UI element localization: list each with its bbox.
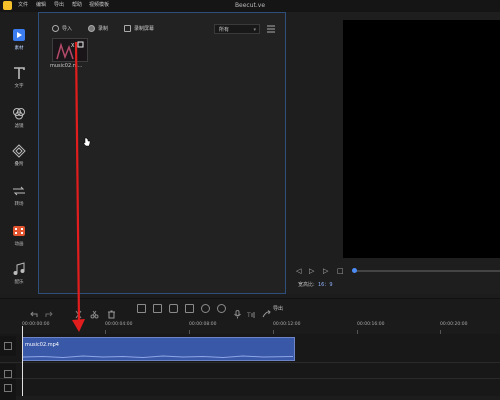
media-item-name: music02.m... xyxy=(50,63,83,69)
delete-icon[interactable] xyxy=(107,304,116,319)
preview-progress-knob[interactable] xyxy=(352,268,357,273)
export-icon[interactable] xyxy=(262,304,271,318)
player-controls: ◁ ▷ ▷ □ xyxy=(296,266,500,278)
overlay-track-icon xyxy=(4,370,12,378)
split-icon[interactable] xyxy=(74,304,83,319)
import-label: 导入 xyxy=(62,26,73,32)
screen-record-button[interactable]: 录制屏幕 xyxy=(124,22,154,36)
speed-icon[interactable] xyxy=(201,304,210,313)
crop-icon[interactable] xyxy=(137,304,146,313)
previous-frame-icon[interactable]: ◁ xyxy=(296,266,301,276)
zoom-icon[interactable] xyxy=(153,304,162,313)
sidebar-item-overlay[interactable]: 叠附 xyxy=(0,140,38,174)
import-button[interactable]: 导入 xyxy=(52,22,72,36)
record-label: 录制 xyxy=(98,26,109,32)
freeze-frame-icon[interactable] xyxy=(185,304,194,313)
next-frame-icon[interactable]: ▷ xyxy=(323,266,328,276)
sidebar-item-label: 动画 xyxy=(14,242,24,247)
screen-icon xyxy=(124,25,131,32)
timeline-clip-name: music02.mp4 xyxy=(25,342,59,348)
track-divider xyxy=(0,362,500,363)
media-thumbnail[interactable]: X xyxy=(52,38,88,62)
chevron-down-icon: ▾ xyxy=(253,27,256,33)
mouse-cursor-icon xyxy=(83,137,91,147)
color-icon[interactable] xyxy=(217,304,226,313)
cut-icon[interactable] xyxy=(90,304,99,319)
aspect-ratio-label: 宽高比: xyxy=(298,282,315,288)
thumbnail-image: X xyxy=(53,39,87,61)
timeline-ruler[interactable] xyxy=(0,320,500,335)
text-icon xyxy=(14,67,25,79)
media-filter-select[interactable]: 所有 ▾ xyxy=(214,24,260,34)
sidebar-item-label: 文字 xyxy=(14,84,24,89)
sidebar-item-label: 滤镜 xyxy=(14,124,24,129)
export-button[interactable]: 导出 xyxy=(273,305,283,312)
import-icon xyxy=(52,25,59,32)
transition-icon xyxy=(13,186,25,196)
svg-text:T: T xyxy=(247,312,251,319)
aspect-ratio-value[interactable]: 16：9 xyxy=(318,281,333,288)
ruler-tick-label: 00:00:04:00 xyxy=(105,322,133,327)
overlay-icon xyxy=(12,144,26,158)
window-title: Beecut.ve xyxy=(234,2,266,9)
ruler-tick-label: 00:00:20:00 xyxy=(440,322,468,327)
preview-screen xyxy=(343,20,500,258)
sidebar-item-music[interactable]: 配乐 xyxy=(0,258,38,292)
sidebar-item-label: 转场 xyxy=(14,202,24,207)
sidebar-item-text[interactable]: 文字 xyxy=(0,62,38,96)
filter-icon xyxy=(13,108,25,120)
sidebar-item-filter[interactable]: 滤镜 xyxy=(0,102,38,136)
video-track-header xyxy=(0,336,16,356)
play-button-icon[interactable]: ▷ xyxy=(309,266,314,276)
redo-icon[interactable] xyxy=(44,304,53,317)
mosaic-icon[interactable] xyxy=(169,304,178,313)
text-track-icon xyxy=(4,384,12,392)
record-button[interactable]: 录制 xyxy=(88,22,108,36)
screen-record-label: 录制屏幕 xyxy=(134,26,155,32)
video-track-icon xyxy=(4,342,12,350)
play-icon xyxy=(13,29,25,41)
music-icon xyxy=(13,262,25,275)
list-view-icon[interactable] xyxy=(266,24,276,34)
ruler-tick-label: 00:00:16:00 xyxy=(357,322,385,327)
ruler-tick-label: 00:00:00:00 xyxy=(22,322,50,327)
sidebar-item-media[interactable]: 素材 xyxy=(0,24,38,58)
track-divider xyxy=(0,378,500,379)
animation-icon xyxy=(13,226,25,236)
sidebar: 素材 文字 滤镜 叠附 转场 动画 配乐 xyxy=(0,12,39,294)
stop-button-icon[interactable]: □ xyxy=(337,266,344,276)
audio-waveform xyxy=(23,355,293,359)
svg-text:X: X xyxy=(71,43,75,49)
playhead[interactable] xyxy=(22,326,23,396)
sidebar-item-transition[interactable]: 转场 xyxy=(0,180,38,214)
record-icon xyxy=(88,25,95,32)
sidebar-item-animation[interactable]: 动画 xyxy=(0,220,38,254)
text-to-speech-icon[interactable]: T xyxy=(246,304,256,319)
undo-icon[interactable] xyxy=(30,304,39,317)
voiceover-icon[interactable] xyxy=(233,304,242,319)
media-filter-value: 所有 xyxy=(219,27,230,33)
preview-progress-track[interactable] xyxy=(355,270,500,272)
sidebar-item-label: 素材 xyxy=(14,46,24,51)
sidebar-item-label: 配乐 xyxy=(14,280,24,285)
ruler-tick-label: 00:00:08:00 xyxy=(189,322,217,327)
sidebar-item-label: 叠附 xyxy=(14,162,24,167)
text-track-header xyxy=(0,380,16,400)
ruler-tick-label: 00:00:12:00 xyxy=(273,322,301,327)
